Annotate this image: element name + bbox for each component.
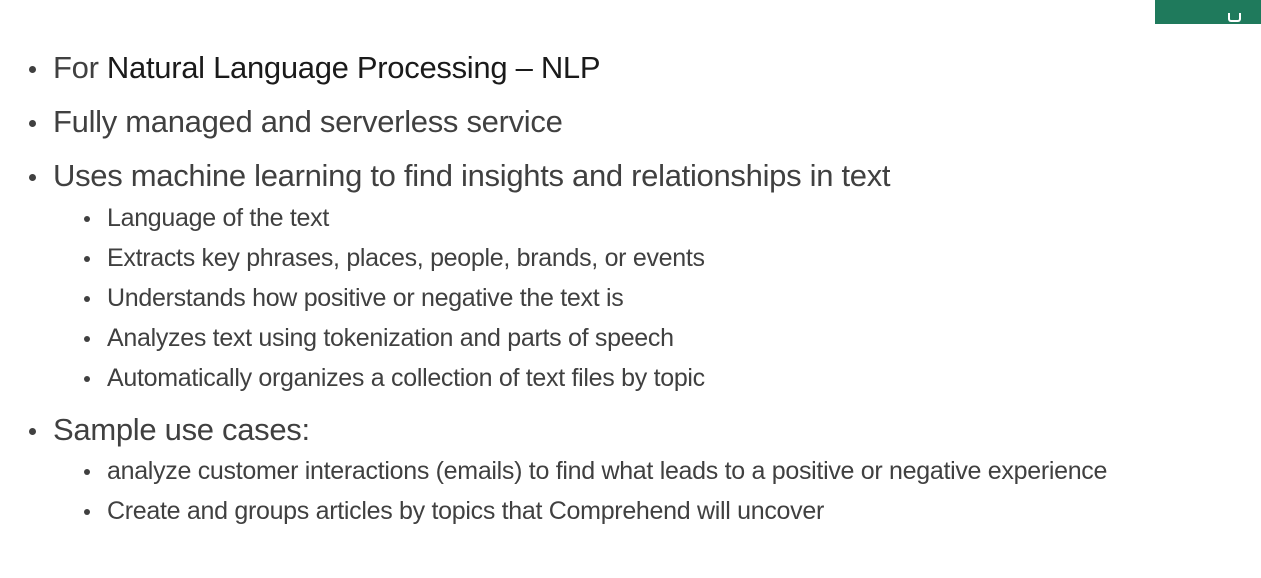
- bullet-dot-icon: [84, 216, 90, 222]
- corner-tab: [1155, 0, 1261, 24]
- bullet-dot-icon: [84, 376, 90, 382]
- slide: For Natural Language Processing – NLP Fu…: [0, 0, 1261, 578]
- bullet-text: Fully managed and serverless service: [53, 104, 563, 139]
- bullet-ml-insights: Uses machine learning to find insights a…: [0, 158, 960, 194]
- bullet-managed: Fully managed and serverless service: [0, 104, 600, 140]
- bullet-text: Sample use cases:: [53, 412, 310, 447]
- bullet-text: Create and groups articles by topics tha…: [107, 497, 824, 525]
- bullet-nlp: For Natural Language Processing – NLP: [0, 50, 640, 86]
- bullet-text: Uses machine learning to find insights a…: [53, 158, 891, 193]
- bullet-emphasis: Natural Language Processing – NLP: [106, 50, 601, 85]
- sub-bullet-extracts: Extracts key phrases, places, people, br…: [0, 243, 780, 273]
- bullet-text: Language of the text: [107, 204, 329, 232]
- bullet-dot-icon: [84, 469, 90, 475]
- corner-tab-icon: [1228, 13, 1241, 22]
- bullet-text: Extracts key phrases, places, people, br…: [107, 244, 705, 272]
- bullet-dot-icon: [84, 509, 90, 515]
- bullet-text: Automatically organizes a collection of …: [107, 364, 705, 392]
- sub-bullet-customer-interactions: analyze customer interactions (emails) t…: [0, 456, 1250, 486]
- bullet-dot-icon: [84, 256, 90, 262]
- bullet-text: analyze customer interactions (emails) t…: [107, 457, 1108, 485]
- sub-bullet-tokenization: Analyzes text using tokenization and par…: [0, 323, 760, 353]
- sub-bullet-language: Language of the text: [0, 203, 420, 233]
- bullet-dot-icon: [84, 296, 90, 302]
- bullet-dot-icon: [84, 336, 90, 342]
- sub-bullet-group-articles: Create and groups articles by topics tha…: [0, 496, 960, 526]
- bullet-dot-icon: [29, 66, 36, 73]
- sub-bullet-sentiment: Understands how positive or negative the…: [0, 283, 720, 313]
- bullet-text: Analyzes text using tokenization and par…: [107, 324, 674, 352]
- bullet-dot-icon: [29, 428, 36, 435]
- sub-bullet-topic-modeling: Automatically organizes a collection of …: [0, 363, 820, 393]
- bullet-dot-icon: [29, 174, 36, 181]
- bullet-use-cases: Sample use cases:: [0, 412, 360, 448]
- bullet-text: For Natural Language Processing – NLP: [53, 50, 601, 85]
- bullet-text: Understands how positive or negative the…: [107, 284, 624, 312]
- bullet-dot-icon: [29, 120, 36, 127]
